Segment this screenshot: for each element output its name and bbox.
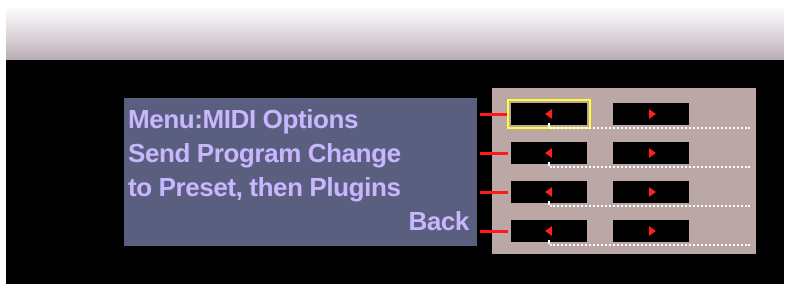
left-arrow-icon xyxy=(545,109,552,119)
guide-line xyxy=(550,244,750,246)
increment-button[interactable] xyxy=(613,220,689,242)
lcd-line-option: Send Program Change xyxy=(128,138,401,168)
control-panel xyxy=(480,88,756,254)
title-bar xyxy=(6,6,784,60)
right-arrow-icon xyxy=(649,148,656,158)
decrement-button[interactable] xyxy=(511,181,587,203)
lcd-line-option-value: to Preset, then Plugins xyxy=(128,172,401,202)
guide-line xyxy=(550,166,750,168)
device-window: Menu:MIDI Options Send Program Change to… xyxy=(0,0,790,292)
increment-button[interactable] xyxy=(613,103,689,125)
lcd-line-menu-title: Menu:MIDI Options xyxy=(128,104,359,134)
guide-line xyxy=(550,127,750,129)
control-row-4 xyxy=(480,217,756,247)
left-arrow-icon xyxy=(545,187,552,197)
right-arrow-icon xyxy=(649,226,656,236)
row-indicator xyxy=(480,152,508,155)
row-indicator xyxy=(480,191,508,194)
device-body: Menu:MIDI Options Send Program Change to… xyxy=(6,60,784,284)
lcd-line-back[interactable]: Back xyxy=(408,206,469,236)
control-row-2 xyxy=(480,139,756,169)
control-row-3 xyxy=(480,178,756,208)
lcd-display: Menu:MIDI Options Send Program Change to… xyxy=(124,98,477,246)
row-indicator xyxy=(480,113,508,116)
control-row-1 xyxy=(480,99,756,130)
decrement-button[interactable] xyxy=(507,99,591,129)
right-arrow-icon xyxy=(649,109,656,119)
increment-button[interactable] xyxy=(613,142,689,164)
right-arrow-icon xyxy=(649,187,656,197)
row-indicator xyxy=(480,230,508,233)
increment-button[interactable] xyxy=(613,181,689,203)
decrement-button[interactable] xyxy=(511,142,587,164)
left-arrow-icon xyxy=(545,226,552,236)
decrement-button[interactable] xyxy=(511,220,587,242)
left-arrow-icon xyxy=(545,148,552,158)
guide-line xyxy=(550,205,750,207)
